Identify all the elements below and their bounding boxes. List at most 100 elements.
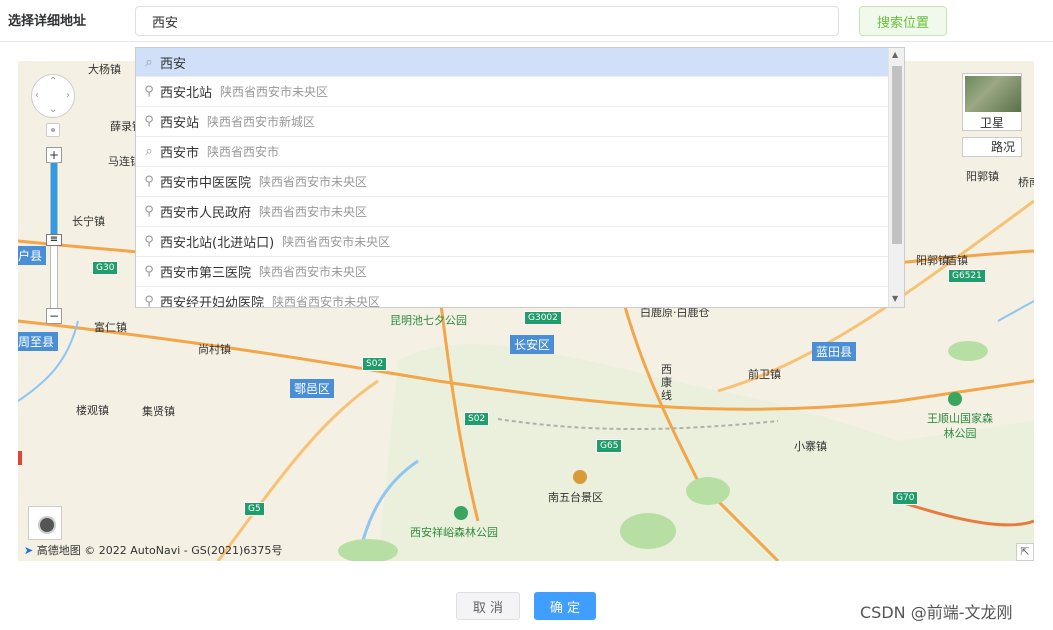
cancel-button[interactable]: 取 消 bbox=[456, 592, 520, 620]
header-divider bbox=[0, 41, 1053, 42]
suggestion-item[interactable]: ⌕ 西安 bbox=[136, 48, 889, 77]
map-place-label: 桥南 bbox=[1018, 176, 1034, 189]
map-place-label: 楼观镇 bbox=[76, 404, 109, 417]
dropdown-scrollbar[interactable]: ▲ ▼ bbox=[888, 48, 904, 307]
expand-icon[interactable]: ⇱ bbox=[1016, 543, 1034, 561]
pin-icon: ⚲ bbox=[144, 84, 154, 99]
pin-icon: ⚲ bbox=[144, 174, 154, 189]
suggestion-address: 陕西省西安市未央区 bbox=[272, 295, 381, 308]
pan-center-icon[interactable] bbox=[46, 123, 60, 137]
suggestion-name: 西安 bbox=[160, 56, 187, 72]
road-shield: G70 bbox=[892, 491, 919, 505]
satellite-thumbnail bbox=[965, 76, 1021, 112]
suggestion-address: 陕西省西安市 bbox=[207, 145, 280, 159]
suggestion-name: 西安经开妇幼医院 bbox=[160, 296, 265, 308]
park-icon bbox=[948, 392, 962, 406]
map-place-label: 西康线 bbox=[661, 363, 672, 402]
pin-icon: ⚲ bbox=[144, 204, 154, 219]
pan-left-icon[interactable]: ‹ bbox=[35, 90, 39, 101]
suggestion-address: 陕西省西安市新城区 bbox=[207, 115, 316, 129]
suggestion-name: 西安市中医医院 bbox=[160, 176, 252, 191]
zoom-slider-handle[interactable]: ≡ bbox=[46, 234, 62, 246]
confirm-button[interactable]: 确 定 bbox=[534, 592, 596, 620]
map-place-label: 尚村镇 bbox=[198, 343, 231, 356]
road-shield: G5 bbox=[244, 502, 265, 516]
satellite-label: 卫星 bbox=[979, 116, 1004, 130]
amap-logo-text: 高德地图 bbox=[36, 544, 81, 557]
map-place-label: 富仁镇 bbox=[94, 321, 127, 334]
suggestion-address: 陕西省西安市未央区 bbox=[259, 205, 368, 219]
pan-up-icon[interactable]: ⌃ bbox=[49, 76, 57, 87]
suggestion-name: 西安北站 bbox=[160, 86, 213, 101]
zoom-slider-fill bbox=[51, 163, 57, 245]
search-icon: ⌕ bbox=[145, 54, 153, 70]
suggestion-item[interactable]: ⚲ 西安北站 陕西省西安市未央区 bbox=[136, 77, 889, 107]
copyright-text: © 2022 AutoNavi - GS(2021)6375号 bbox=[84, 544, 283, 557]
suggestion-item[interactable]: ⚲ 西安经开妇幼医院 陕西省西安市未央区 bbox=[136, 287, 889, 308]
watermark: CSDN @前端-文龙刚 bbox=[860, 603, 1013, 622]
suggestion-item[interactable]: ⚲ 西安站 陕西省西安市新城区 bbox=[136, 107, 889, 137]
traffic-layer-toggle[interactable]: 路况 bbox=[962, 137, 1022, 157]
poi-label: 昆明池七夕公园 bbox=[390, 314, 467, 327]
map-place-label: 阳郭镇 bbox=[916, 254, 949, 267]
address-search-input[interactable] bbox=[135, 6, 839, 36]
county-label: 鄠邑区 bbox=[290, 379, 335, 398]
suggestion-item[interactable]: ⚲ 西安市中医医院 陕西省西安市未央区 bbox=[136, 167, 889, 197]
road-shield: G30 bbox=[92, 261, 119, 275]
suggestion-address: 陕西省西安市未央区 bbox=[220, 85, 329, 99]
locate-me-button[interactable] bbox=[28, 506, 62, 540]
county-label: 周至县 bbox=[18, 332, 59, 351]
suggestion-address: 陕西省西安市未央区 bbox=[282, 235, 391, 249]
suggestion-item[interactable]: ⚲ 西安市第三医院 陕西省西安市未央区 bbox=[136, 257, 889, 287]
map-place-label: 长宁镇 bbox=[72, 215, 105, 228]
search-icon: ⌕ bbox=[145, 144, 153, 159]
poi-label: 南五台景区 bbox=[548, 491, 603, 504]
scroll-up-icon[interactable]: ▲ bbox=[892, 50, 898, 59]
suggestion-address: 陕西省西安市未央区 bbox=[259, 265, 368, 279]
suggestion-item[interactable]: ⚲ 西安北站(北进站口) 陕西省西安市未央区 bbox=[136, 227, 889, 257]
park-icon bbox=[454, 506, 468, 520]
suggestion-item[interactable]: ⚲ 西安市人民政府 陕西省西安市未央区 bbox=[136, 197, 889, 227]
amap-logo-icon: ➤ bbox=[24, 544, 34, 557]
search-location-button[interactable]: 搜索位置 bbox=[859, 6, 947, 36]
suggestion-name: 西安市人民政府 bbox=[160, 206, 252, 221]
suggestion-name: 西安市 bbox=[160, 146, 200, 161]
map-place-label: 盾镇 bbox=[946, 254, 968, 267]
suggestion-name: 西安站 bbox=[160, 116, 200, 131]
autocomplete-dropdown: ⌕ 西安 ⚲ 西安北站 陕西省西安市未央区 ⚲ 西安站 陕西省西安市新城区 ⌕ … bbox=[135, 47, 905, 308]
map-place-label: 大杨镇 bbox=[88, 63, 121, 76]
county-label: 长安区 bbox=[510, 335, 555, 354]
map-place-label: 阳郭镇 bbox=[966, 170, 999, 183]
pin-icon: ⚲ bbox=[144, 294, 154, 308]
pan-control[interactable]: ⌃ ⌄ ‹ › bbox=[31, 74, 75, 118]
zoom-in-button[interactable]: + bbox=[46, 147, 62, 163]
poi-label: 王顺山国家森林公园 bbox=[927, 412, 993, 440]
pan-down-icon[interactable]: ⌄ bbox=[49, 104, 57, 115]
road-shield: S02 bbox=[362, 357, 388, 371]
pin-icon: ⚲ bbox=[144, 114, 154, 129]
suggestion-address: 陕西省西安市未央区 bbox=[259, 175, 368, 189]
suggestion-name: 西安北站(北进站口) bbox=[160, 236, 275, 251]
suggestion-name: 西安市第三医院 bbox=[160, 266, 252, 281]
map-copyright: ➤ 高德地图 © 2022 AutoNavi - GS(2021)6375号 bbox=[24, 542, 282, 558]
satellite-layer-toggle[interactable]: 卫星 bbox=[962, 73, 1022, 131]
map-place-label: 集贤镇 bbox=[142, 405, 175, 418]
zoom-out-button[interactable]: − bbox=[46, 308, 62, 324]
pin-icon: ⚲ bbox=[144, 264, 154, 279]
map-place-label: 前卫镇 bbox=[748, 368, 781, 381]
scenic-icon bbox=[573, 470, 587, 484]
county-label: 蓝田县 bbox=[812, 342, 857, 361]
scrollbar-thumb[interactable] bbox=[892, 66, 902, 244]
road-shield: G6521 bbox=[948, 269, 986, 283]
road-shield: G3002 bbox=[524, 311, 562, 325]
address-label: 选择详细地址 bbox=[8, 14, 87, 29]
map-place-label: 小寨镇 bbox=[794, 440, 827, 453]
road-shield: G65 bbox=[596, 439, 623, 453]
scroll-down-icon[interactable]: ▼ bbox=[892, 294, 898, 303]
address-picker-dialog: 选择详细地址 搜索位置 大杨镇 薛录镇 马连镇 长宁镇 富仁镇 bbox=[0, 0, 1053, 630]
road-shield: S02 bbox=[464, 412, 490, 426]
pan-right-icon[interactable]: › bbox=[66, 90, 70, 101]
poi-label: 西安祥峪森林公园 bbox=[410, 526, 498, 539]
suggestion-item[interactable]: ⌕ 西安市 陕西省西安市 bbox=[136, 137, 889, 167]
pin-icon: ⚲ bbox=[144, 234, 154, 249]
